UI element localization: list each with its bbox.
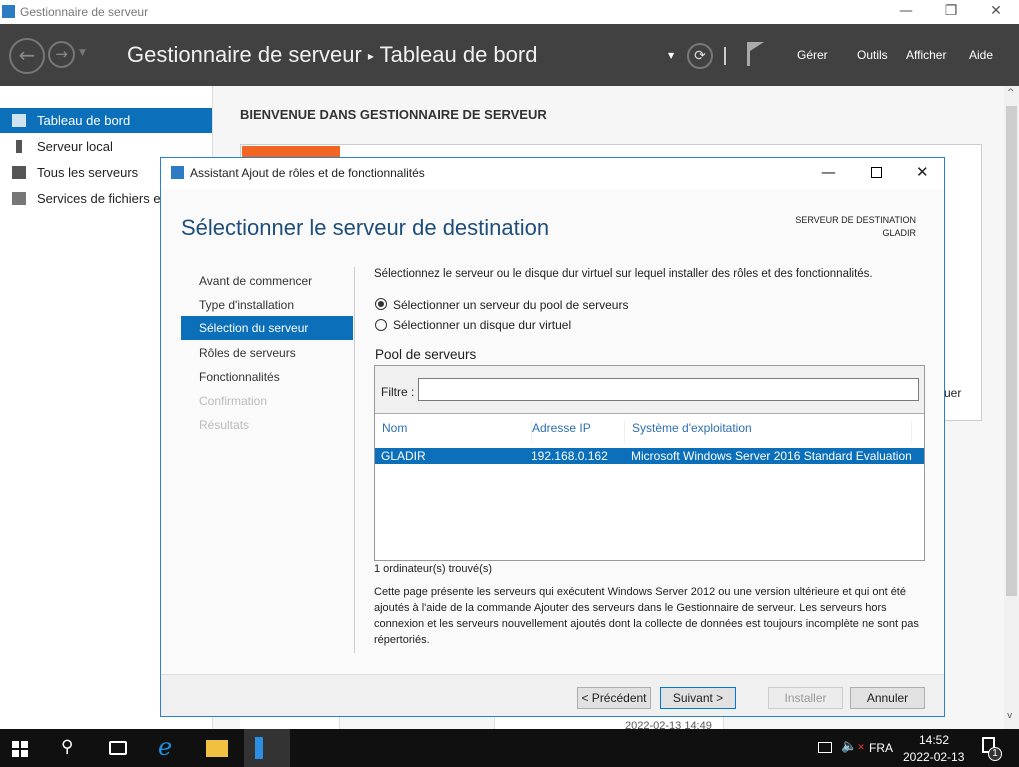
breadcrumb-separator: ▸ [367,49,374,64]
dialog-maximize-button[interactable] [871,167,882,178]
previous-button[interactable]: < Précédent [577,687,651,709]
scroll-up-icon[interactable]: ^ [1007,88,1015,98]
pool-title: Pool de serveurs [375,347,477,362]
filter-input[interactable] [418,378,919,401]
result-count: 1 ordinateur(s) trouvé(s) [374,563,492,575]
scroll-down-icon[interactable]: v [1007,711,1012,721]
button-bar: < Précédent Suivant > Installer Annuler [161,674,944,716]
menu-gerer[interactable]: Gérer [797,48,828,62]
menu-outils[interactable]: Outils [857,48,888,62]
dialog-title: Assistant Ajout de rôles et de fonctionn… [190,166,425,180]
add-roles-wizard-dialog: Assistant Ajout de rôles et de fonctionn… [160,157,945,717]
step-features[interactable]: Fonctionnalités [199,370,280,384]
sidebar-item-label: Services de fichiers et [37,191,165,206]
separator [724,47,726,65]
wizard-icon [171,166,184,179]
install-button: Installer [768,687,843,709]
clock-time[interactable]: 14:52 [919,733,949,747]
server-manager-taskbar-icon[interactable] [244,729,290,767]
window-titlebar: Gestionnaire de serveur — ❐ ✕ [0,0,1019,24]
refresh-button[interactable]: ⟳ [687,43,713,69]
step-server-selection[interactable]: Sélection du serveur [181,316,353,340]
back-button[interactable]: ← [9,38,45,74]
servers-icon [12,166,26,179]
header-bar: ← → ▼ Gestionnaire de serveur ▸ Tableau … [0,24,1019,86]
step-before-you-begin[interactable]: Avant de commencer [199,274,312,288]
start-windows-icon[interactable] [12,741,28,757]
sidebar-item-local-server[interactable]: Serveur local [0,134,212,159]
close-button[interactable]: ✕ [981,3,1011,19]
notification-badge: 1 [988,747,1002,761]
task-view-icon[interactable] [109,741,127,755]
filter-label: Filtre : [381,385,415,399]
sidebar-item-dashboard[interactable]: Tableau de bord [0,108,212,133]
server-manager-icon [2,5,15,18]
column-header-os[interactable]: Système d'exploitation [632,421,912,443]
filter-bar: Filtre : [375,366,924,414]
info-note: Cette page présente les serveurs qui exé… [374,586,919,646]
cell-name: GLADIR [381,449,426,463]
cell-ip: 192.168.0.162 [531,449,608,463]
steps-divider [354,267,355,653]
next-button[interactable]: Suivant > [660,687,736,709]
destination-label: SERVEUR DE DESTINATION [795,215,916,225]
server-pool-grid: Filtre : Nom Adresse IP Système d'exploi… [374,365,925,561]
step-installation-type[interactable]: Type d'installation [199,298,294,312]
file-explorer-icon[interactable] [206,740,228,757]
sidebar-item-label: Serveur local [37,139,113,154]
internet-explorer-icon[interactable]: e [158,733,172,761]
destination-server: GLADIR [882,228,916,238]
radio-vhd[interactable] [375,319,387,331]
server-icon [16,140,22,153]
volume-muted-icon[interactable]: 🔈✕ [841,739,865,754]
cell-os: Microsoft Windows Server 2016 Standard E… [631,449,912,463]
network-icon[interactable] [818,742,832,753]
menu-aide[interactable]: Aide [969,48,993,62]
breadcrumb: Gestionnaire de serveur ▸ Tableau de bor… [127,42,537,68]
sidebar-item-label: Tableau de bord [37,113,131,128]
step-results: Résultats [199,418,250,432]
file-services-icon [12,192,26,205]
dropdown-icon[interactable]: ▼ [668,51,674,60]
partial-text: uer [944,386,962,400]
column-header-ip[interactable]: Adresse IP [532,421,625,443]
dialog-body: Sélectionner le serveur de destination S… [161,189,944,716]
step-server-roles[interactable]: Rôles de serveurs [199,346,296,360]
menu-afficher[interactable]: Afficher [906,48,946,62]
main-scrollbar[interactable]: ^ v [1004,86,1019,729]
instruction-text: Sélectionnez le serveur ou le disque dur… [374,268,873,280]
wizard-heading: Sélectionner le serveur de destination [181,215,550,240]
sidebar-item-label: Tous les serveurs [37,165,139,180]
clock-date[interactable]: 2022-02-13 [903,750,964,764]
breadcrumb-app: Gestionnaire de serveur [127,42,362,67]
scrollbar-thumb[interactable] [1006,106,1017,596]
minimize-button[interactable]: — [891,3,921,19]
breadcrumb-page: Tableau de bord [379,42,538,67]
dashboard-icon [12,114,26,127]
cancel-button[interactable]: Annuler [850,687,925,709]
radio-pool[interactable] [375,298,387,310]
step-confirmation: Confirmation [199,394,268,408]
forward-button[interactable]: → [48,41,75,68]
taskbar: ⚲ e 🔈✕ FRA 14:52 2022-02-13 1 [0,729,1019,767]
dialog-close-button[interactable]: ✕ [916,163,929,181]
radio-pool-label[interactable]: Sélectionner un serveur du pool de serve… [393,298,628,312]
welcome-heading: BIENVENUE DANS GESTIONNAIRE DE SERVEUR [240,107,547,122]
window-title: Gestionnaire de serveur [20,5,149,19]
restore-button[interactable]: ❐ [936,3,966,19]
search-icon[interactable]: ⚲ [61,737,73,757]
history-dropdown-icon[interactable]: ▼ [79,48,86,58]
notifications-flag-icon[interactable] [747,42,765,66]
dialog-minimize-button[interactable]: — [821,163,836,181]
input-language[interactable]: FRA [869,741,893,755]
radio-vhd-label[interactable]: Sélectionner un disque dur virtuel [393,318,571,332]
table-row[interactable]: GLADIR 192.168.0.162 Microsoft Windows S… [375,448,924,464]
column-header-name[interactable]: Nom [382,421,532,443]
